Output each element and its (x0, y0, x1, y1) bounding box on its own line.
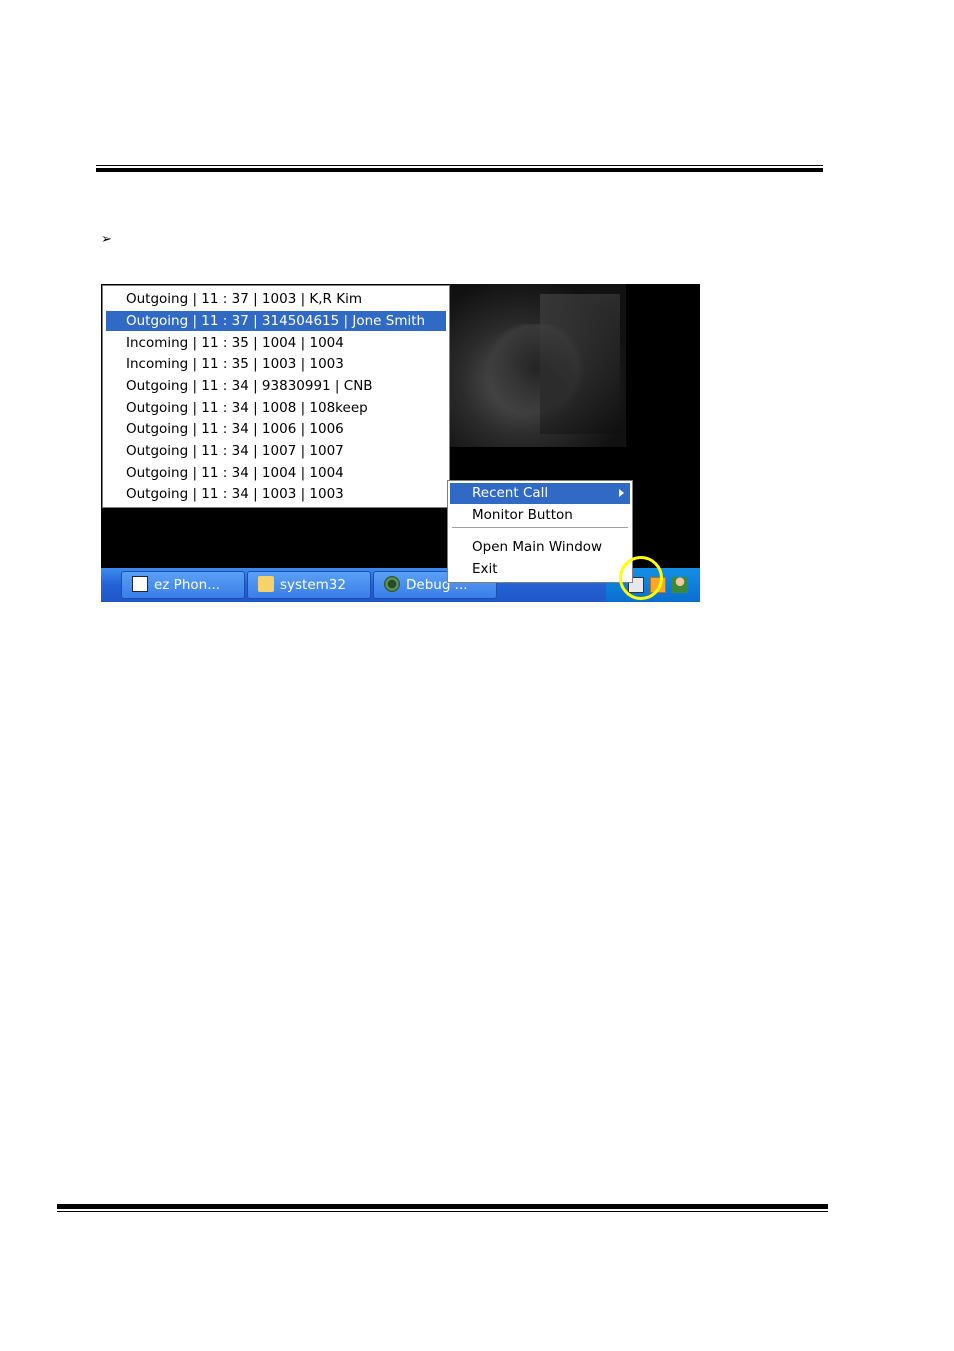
bottom-rule-thin (57, 1211, 828, 1212)
recent-call-item[interactable]: Outgoing | 11 : 34 | 1008 | 108keep (106, 398, 446, 418)
bug-icon (384, 576, 400, 592)
menu-item-recent-call[interactable]: Recent Call (450, 483, 630, 504)
menu-item-label: Recent Call (472, 485, 549, 501)
folder-icon (258, 576, 274, 592)
recent-call-item[interactable]: Outgoing | 11 : 34 | 1004 | 1004 (106, 463, 446, 483)
menu-item-open-main-window[interactable]: Open Main Window (450, 537, 630, 558)
taskbar-button-ez-phone[interactable]: ez Phon... (121, 571, 245, 599)
tray-context-menu: Recent Call Monitor Button Open Main Win… (447, 480, 633, 583)
recent-call-item[interactable]: Outgoing | 11 : 34 | 1006 | 1006 (106, 419, 446, 439)
recent-call-item[interactable]: Outgoing | 11 : 34 | 1003 | 1003 (106, 484, 446, 504)
top-rule-thick (96, 168, 823, 172)
tray-icon-highlight-circle (619, 556, 663, 600)
recent-call-item-selected[interactable]: Outgoing | 11 : 37 | 314504615 | Jone Sm… (106, 311, 446, 331)
recent-call-item[interactable]: Incoming | 11 : 35 | 1004 | 1004 (106, 333, 446, 353)
menu-separator (452, 527, 628, 528)
word-document-icon (132, 576, 148, 592)
bullet-arrow: ➢ (101, 232, 112, 247)
recent-call-item[interactable]: Outgoing | 11 : 37 | 1003 | K,R Kim (106, 289, 446, 309)
top-rule-thin (96, 165, 823, 166)
recent-call-item[interactable]: Incoming | 11 : 35 | 1003 | 1003 (106, 354, 446, 374)
messenger-tray-icon[interactable] (672, 577, 688, 593)
taskbar-button-label: system32 (280, 577, 346, 593)
screenshot: Outgoing | 11 : 37 | 1003 | K,R Kim Outg… (101, 284, 700, 602)
submenu-arrow-icon (619, 489, 624, 497)
top-rule (96, 165, 823, 173)
taskbar-button-system32[interactable]: system32 (247, 571, 371, 599)
desktop-wallpaper (450, 284, 626, 447)
recent-call-item[interactable]: Outgoing | 11 : 34 | 1007 | 1007 (106, 441, 446, 461)
bottom-rule (57, 1204, 828, 1213)
recent-call-list: Outgoing | 11 : 37 | 1003 | K,R Kim Outg… (102, 285, 450, 508)
wallpaper-shade (540, 294, 620, 434)
menu-item-exit[interactable]: Exit (450, 559, 630, 580)
recent-call-item[interactable]: Outgoing | 11 : 34 | 93830991 | CNB (106, 376, 446, 396)
bottom-rule-thick (57, 1204, 828, 1209)
taskbar-button-label: ez Phon... (154, 577, 221, 593)
menu-item-monitor-button[interactable]: Monitor Button (450, 505, 630, 526)
